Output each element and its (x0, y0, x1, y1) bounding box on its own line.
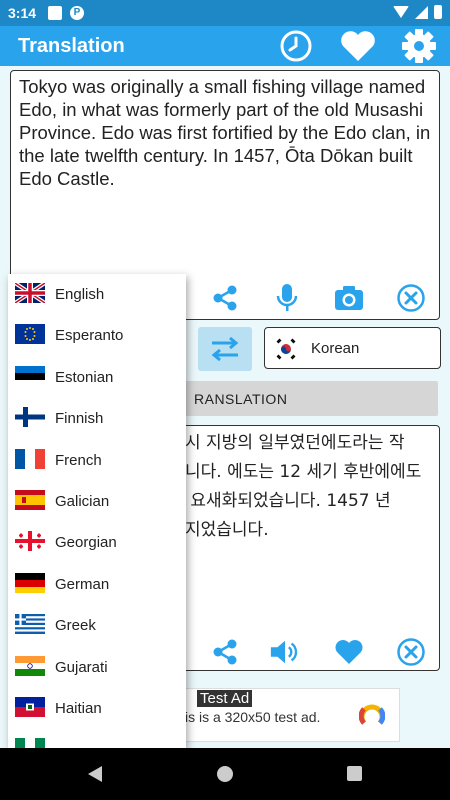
dropdown-item-french[interactable]: French (8, 440, 186, 481)
heart-icon[interactable] (333, 636, 365, 668)
dropdown-item-label: Finnish (55, 410, 104, 428)
source-text[interactable]: Tokyo was originally a small fishing vil… (19, 75, 431, 190)
battery-icon (434, 5, 442, 19)
clear-icon[interactable] (395, 636, 427, 668)
ad-message: is is a 320x50 test ad. (185, 709, 321, 725)
clear-icon[interactable] (395, 282, 427, 314)
dropdown-item-galician[interactable]: Galician (8, 481, 186, 522)
ad-logo-icon (359, 704, 385, 725)
share-icon[interactable] (209, 636, 241, 668)
dropdown-item-esperanto[interactable]: Esperanto (8, 315, 186, 356)
spain-flag-icon (15, 490, 45, 510)
wifi-icon (393, 6, 409, 18)
france-flag-icon (15, 448, 45, 469)
translated-text: 시 지방의 일부였던에도라는 작 니다. 에도는 12 세기 후반에에도 요새화… (185, 433, 422, 540)
app-title: Translation (18, 35, 125, 57)
status-time: 3:14 (8, 5, 37, 21)
korea-flag-icon (275, 338, 297, 360)
germany-flag-icon (15, 572, 45, 593)
georgia-flag-icon (15, 531, 45, 552)
dropdown-item-georgian[interactable]: Georgian (8, 522, 186, 563)
favorites-heart-icon[interactable] (340, 28, 376, 64)
dropdown-item-label: Haitian (55, 700, 102, 717)
speaker-icon[interactable] (269, 636, 301, 668)
dropdown-item-estonian[interactable]: Estonian (8, 357, 186, 398)
dropdown-item-label: Galician (55, 493, 110, 510)
swap-arrows-icon (211, 336, 239, 362)
dropdown-item-label: French (55, 451, 102, 469)
dropdown-item-label: Gujarati (55, 658, 108, 676)
dropdown-item-finnish[interactable]: Finnish (8, 398, 186, 439)
india-flag-icon (15, 655, 45, 676)
recent-apps-icon[interactable] (347, 766, 362, 781)
estonia-flag-icon (15, 365, 45, 386)
dropdown-item-label: Estonian (55, 368, 114, 386)
uk-flag-icon (15, 283, 45, 303)
home-icon[interactable] (217, 766, 233, 782)
settings-gear-icon[interactable] (401, 28, 437, 64)
dropdown-item-label: English (55, 286, 105, 303)
microphone-icon[interactable] (271, 282, 303, 314)
nigeria-flag-icon (15, 738, 45, 748)
ad-badge: Test Ad (197, 690, 253, 707)
gmail-icon (48, 6, 62, 20)
target-language-selector[interactable]: Korean (264, 327, 441, 369)
language-dropdown[interactable]: English Esperanto Estonian Finnish Frenc… (8, 274, 186, 748)
dropdown-item-partial[interactable] (8, 729, 186, 748)
status-bar: 3:14 P (0, 0, 450, 26)
target-language-label: Korean (311, 340, 360, 357)
system-nav-bar (0, 748, 450, 800)
eu-flag-icon (15, 324, 45, 345)
translate-button-label: RANSLATION (194, 391, 288, 407)
dropdown-item-label: Greek (55, 617, 96, 635)
camera-icon[interactable] (333, 282, 365, 314)
dropdown-item-label: Georgian (55, 534, 117, 552)
notification-icon: P (70, 6, 84, 20)
dropdown-item-german[interactable]: German (8, 564, 186, 605)
signal-icon (415, 5, 428, 19)
swap-languages-button[interactable] (198, 327, 252, 371)
back-icon[interactable] (88, 766, 102, 782)
dropdown-item-label: Esperanto (55, 327, 124, 345)
finland-flag-icon (15, 407, 45, 428)
share-icon[interactable] (209, 282, 241, 314)
app-bar: Translation (0, 26, 450, 66)
test-ad-banner[interactable]: Test Ad is is a 320x50 test ad. (180, 688, 400, 742)
greece-flag-icon (15, 614, 45, 635)
dropdown-item-greek[interactable]: Greek (8, 605, 186, 646)
haiti-flag-icon (15, 697, 45, 717)
dropdown-item-haitian[interactable]: Haitian (8, 688, 186, 729)
dropdown-item-label: German (55, 575, 110, 593)
dropdown-item-gujarati[interactable]: Gujarati (8, 647, 186, 688)
history-icon[interactable] (278, 28, 314, 64)
dropdown-item-english[interactable]: English (8, 274, 186, 315)
